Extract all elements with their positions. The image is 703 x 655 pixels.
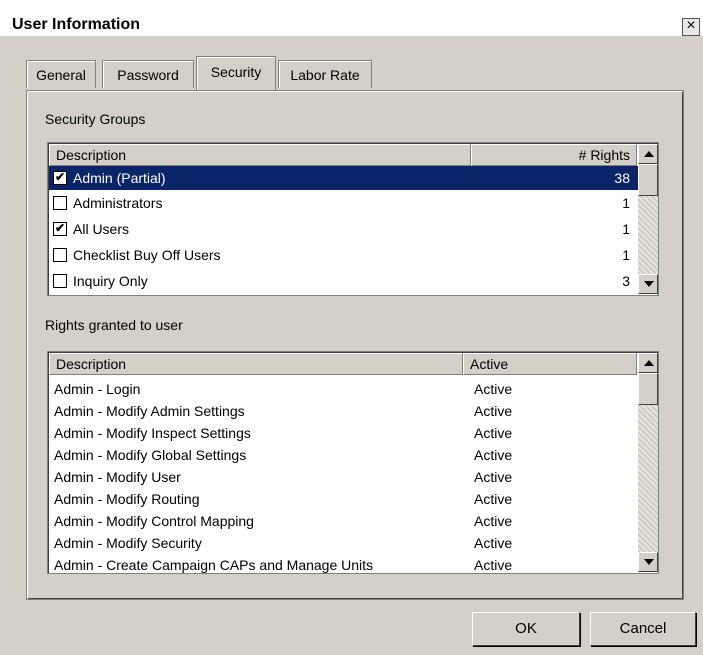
- checkbox[interactable]: [53, 248, 67, 262]
- right-active: Active: [474, 403, 513, 419]
- close-icon[interactable]: ×: [682, 18, 700, 36]
- group-description: Inquiry Only: [73, 273, 148, 289]
- right-active: Active: [474, 513, 513, 529]
- list-item[interactable]: ✔ All Users 1: [49, 217, 638, 241]
- group-description: Checklist Buy Off Users: [73, 247, 221, 263]
- arrow-up-icon: [644, 151, 654, 157]
- column-header-rights[interactable]: # Rights: [471, 144, 637, 166]
- tab-password[interactable]: Password: [102, 60, 194, 88]
- rights-granted-label: Rights granted to user: [45, 317, 183, 333]
- group-rights-count: 1: [622, 221, 630, 237]
- arrow-down-icon: [644, 559, 654, 565]
- right-active: Active: [474, 381, 513, 397]
- right-active: Active: [474, 491, 513, 507]
- right-description: Admin - Modify Admin Settings: [54, 403, 245, 419]
- right-description: Admin - Modify Security: [54, 535, 202, 551]
- security-groups-label: Security Groups: [45, 111, 146, 127]
- ok-button[interactable]: OK: [472, 612, 580, 646]
- security-tab-panel: Security Groups Description # Rights ✔ A…: [26, 90, 684, 600]
- right-active: Active: [474, 535, 513, 551]
- checkbox[interactable]: ✔: [53, 171, 67, 185]
- right-description: Admin - Login: [54, 381, 141, 397]
- vertical-scrollbar[interactable]: [638, 144, 658, 294]
- right-description: Admin - Create Campaign CAPs and Manage …: [54, 557, 374, 573]
- right-description: Admin - Modify User: [54, 469, 181, 485]
- right-description: Admin - Modify Global Settings: [54, 447, 247, 463]
- right-active: Active: [474, 469, 513, 485]
- group-rights-count: 38: [614, 170, 630, 186]
- group-description: Administrators: [73, 195, 163, 211]
- group-rights-count: 1: [622, 247, 630, 263]
- group-description: Admin (Partial): [73, 170, 166, 186]
- list-item[interactable]: Administrators 1: [49, 191, 638, 215]
- right-description: Admin - Modify Control Mapping: [54, 513, 254, 529]
- column-header-active[interactable]: Active: [463, 353, 637, 375]
- arrow-down-icon: [644, 281, 654, 287]
- list-item[interactable]: ✔ Admin (Partial) 38: [49, 166, 638, 190]
- scroll-down-button[interactable]: [638, 552, 658, 572]
- cancel-button[interactable]: Cancel: [590, 612, 696, 646]
- column-header-description[interactable]: Description: [49, 353, 463, 375]
- tab-labor-rate[interactable]: Labor Rate: [278, 60, 372, 88]
- scroll-up-button[interactable]: [638, 353, 658, 373]
- list-item[interactable]: Checklist Buy Off Users 1: [49, 243, 638, 267]
- group-rights-count: 3: [622, 273, 630, 289]
- scroll-thumb[interactable]: [638, 164, 658, 196]
- window-title: User Information: [12, 16, 141, 33]
- checkbox[interactable]: [53, 196, 67, 210]
- title-bar: User Information ×: [0, 0, 703, 36]
- scroll-up-button[interactable]: [638, 144, 658, 164]
- user-information-dialog: User Information × General Password Secu…: [0, 0, 703, 655]
- rights-list[interactable]: Description Active Admin - Login Active A…: [47, 351, 659, 574]
- checkbox[interactable]: [53, 274, 67, 288]
- arrow-up-icon: [644, 360, 654, 366]
- scroll-down-button[interactable]: [638, 274, 658, 294]
- right-active: Active: [474, 557, 513, 573]
- group-rights-count: 1: [622, 195, 630, 211]
- vertical-scrollbar[interactable]: [638, 353, 658, 572]
- security-groups-list[interactable]: Description # Rights ✔ Admin (Partial) 3…: [47, 142, 659, 296]
- right-active: Active: [474, 447, 513, 463]
- tab-general[interactable]: General: [26, 60, 96, 88]
- right-description: Admin - Modify Inspect Settings: [54, 425, 251, 441]
- right-active: Active: [474, 425, 513, 441]
- checkbox[interactable]: ✔: [53, 222, 67, 236]
- column-header-description[interactable]: Description: [49, 144, 471, 166]
- list-item[interactable]: Inquiry Only 3: [49, 269, 638, 293]
- scroll-thumb[interactable]: [638, 373, 658, 405]
- tab-security[interactable]: Security: [196, 56, 276, 90]
- group-description: All Users: [73, 221, 130, 237]
- right-description: Admin - Modify Routing: [54, 491, 200, 507]
